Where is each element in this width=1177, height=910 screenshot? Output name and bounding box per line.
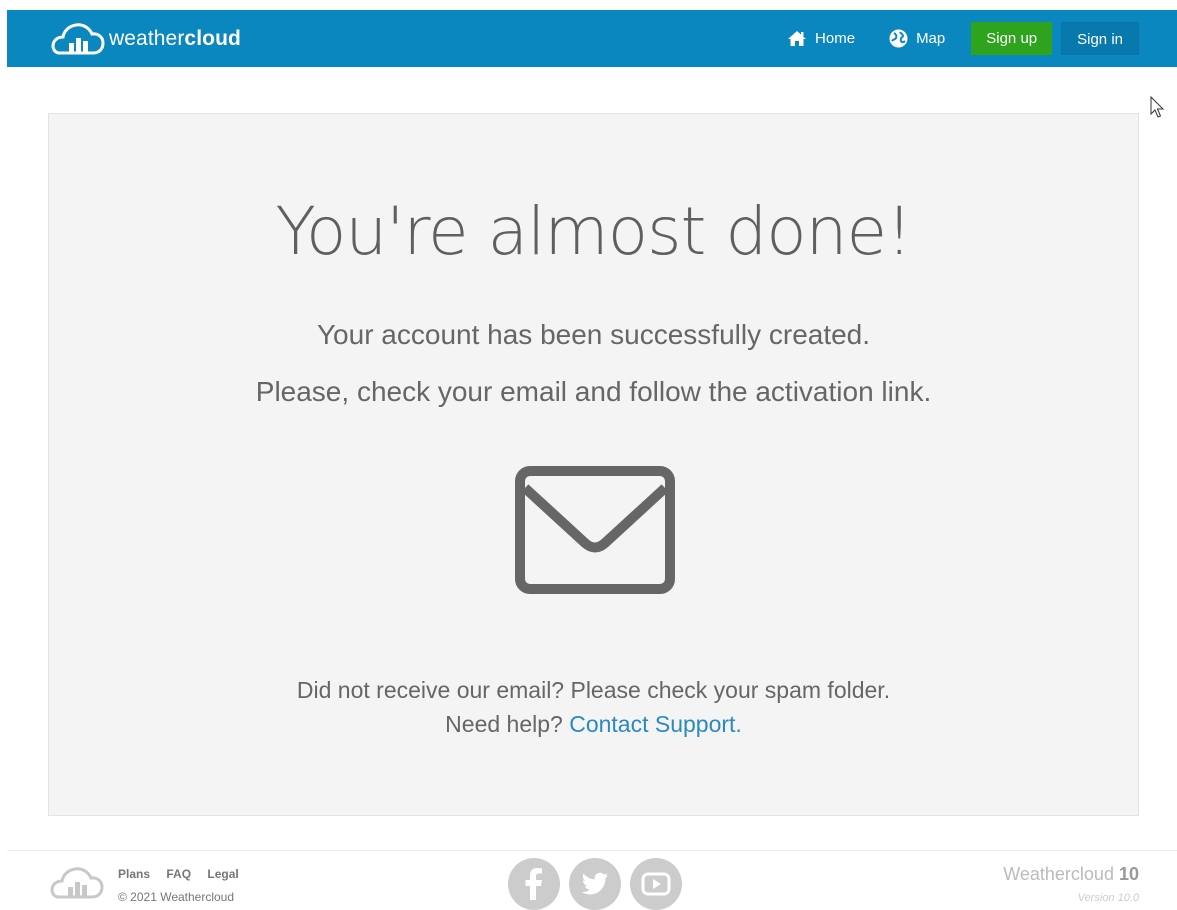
facebook-icon[interactable]	[508, 858, 560, 910]
footer-links: Plans FAQ Legal	[118, 867, 252, 881]
nav-map-label: Map	[916, 30, 946, 47]
envelope-icon	[515, 466, 675, 594]
confirmation-panel: You're almost done! Your account has bee…	[48, 113, 1139, 816]
nav-home-label: Home	[815, 30, 856, 47]
top-navbar: weathercloud Home Map Sign up Sign in	[7, 10, 1177, 67]
sign-up-button[interactable]: Sign up	[971, 22, 1053, 55]
cloud-logo-icon	[51, 23, 105, 55]
spam-folder-note: Did not receive our email? Please check …	[296, 677, 891, 703]
globe-icon	[889, 29, 908, 48]
footer-link-faq[interactable]: FAQ	[166, 867, 191, 881]
contact-support-link[interactable]: Contact Support.	[569, 711, 742, 737]
help-line: Need help? Contact Support.	[49, 709, 1138, 739]
logo-text: weathercloud	[109, 27, 241, 50]
footer-link-plans[interactable]: Plans	[118, 867, 150, 881]
weathercloud-logo[interactable]: weathercloud	[49, 23, 241, 55]
account-created-message: Your account has been successfully creat…	[316, 319, 871, 350]
footer-cloud-logo-icon[interactable]	[48, 865, 104, 899]
mouse-cursor-icon	[1150, 96, 1165, 118]
copyright: © 2021 Weathercloud	[118, 890, 235, 904]
version-label: Version 10.0	[1077, 892, 1139, 904]
social-links	[508, 858, 691, 910]
page-title: You're almost done!	[275, 193, 912, 270]
footer-link-legal[interactable]: Legal	[207, 867, 238, 881]
footer-divider	[7, 850, 1177, 851]
home-icon	[788, 31, 807, 46]
sign-in-button[interactable]: Sign in	[1061, 22, 1139, 55]
check-email-message: Please, check your email and follow the …	[255, 376, 932, 407]
footer-brand: Weathercloud 10	[1003, 864, 1139, 884]
twitter-icon[interactable]	[569, 858, 621, 910]
help-prefix: Need help?	[445, 711, 570, 737]
main-nav: Home Map Sign up Sign in	[787, 22, 1139, 55]
nav-map[interactable]: Map	[889, 29, 945, 48]
nav-home[interactable]: Home	[787, 30, 855, 47]
youtube-icon[interactable]	[630, 858, 682, 910]
